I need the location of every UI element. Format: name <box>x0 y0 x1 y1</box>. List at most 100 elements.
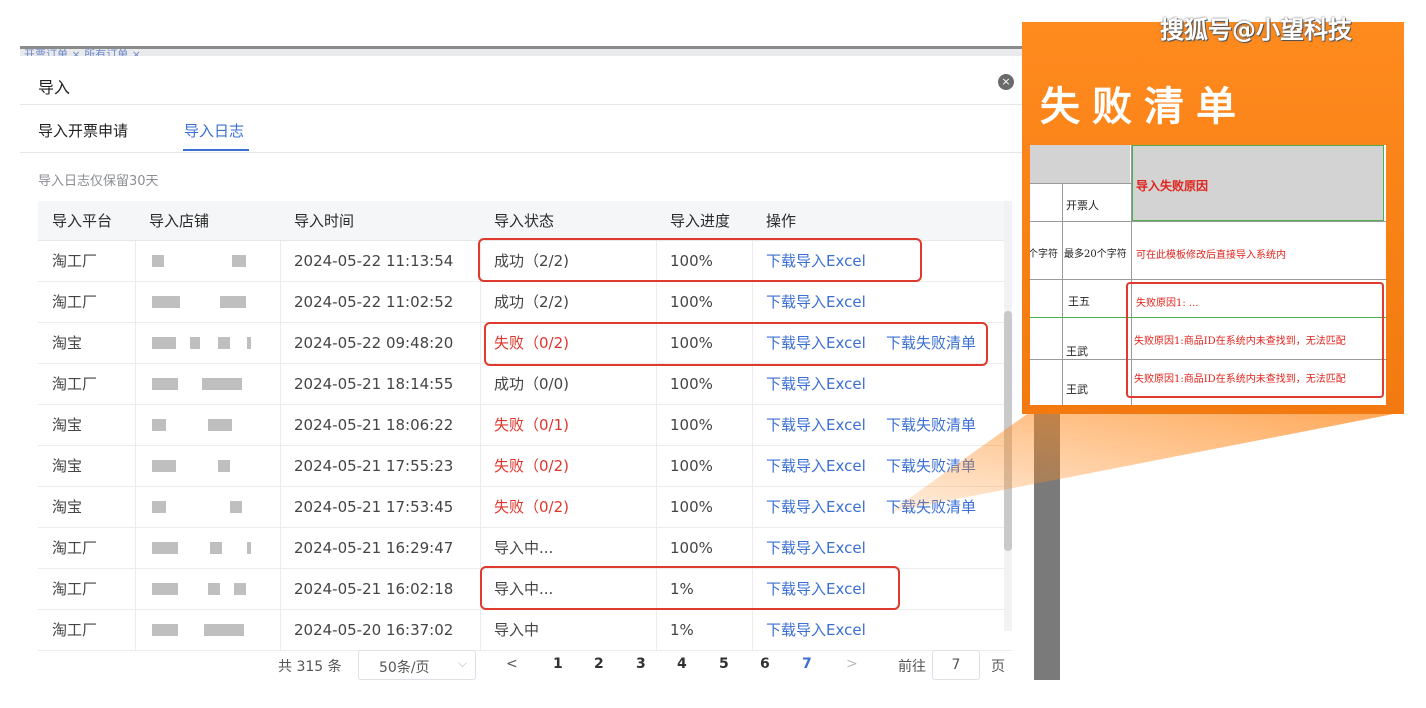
tab-import-log[interactable]: 导入日志 <box>184 120 244 141</box>
store-name-redacted <box>152 323 272 363</box>
download-import-excel-link[interactable]: 下载导入Excel <box>766 405 866 445</box>
table-row: 淘工厂 2024-05-22 11:02:52 成功（2/2) 100% 下载导入Exc… <box>38 282 1012 323</box>
grid-line <box>1030 279 1386 280</box>
table-scrollbar-thumb[interactable] <box>1004 311 1012 551</box>
status-cell: 失败（0/2) <box>494 498 569 516</box>
watermark: 搜狐号@小望科技 <box>1160 16 1352 44</box>
page-3[interactable]: 3 <box>636 656 646 672</box>
redaction-block <box>218 460 230 472</box>
highlight-box <box>478 238 922 282</box>
column-divider <box>135 241 136 281</box>
column-header-actions: 操作 <box>766 212 797 230</box>
sheet-row-name: 王武 <box>1066 383 1088 396</box>
store-name-redacted <box>152 446 272 486</box>
close-icon[interactable]: × <box>998 74 1014 90</box>
redaction-block <box>152 542 178 554</box>
column-divider <box>135 323 136 363</box>
next-page-button[interactable]: > <box>846 656 858 672</box>
progress-cell: 100% <box>670 498 713 516</box>
page-2[interactable]: 2 <box>594 656 604 672</box>
page-1[interactable]: 1 <box>553 656 563 672</box>
progress-cell: 100% <box>670 293 713 311</box>
table-row: 淘宝 2024-05-21 18:06:22 失败（0/1) 100% 下载导入Exce… <box>38 405 1012 446</box>
redaction-block <box>208 419 232 431</box>
page-7[interactable]: 7 <box>802 656 812 672</box>
column-divider <box>656 405 657 445</box>
status-cell: 成功（2/2) <box>494 293 569 311</box>
column-divider <box>135 446 136 486</box>
tab-import-invoice-request[interactable]: 导入开票申请 <box>38 120 128 141</box>
background-page-strip: 开票订单 × 所有订单 × <box>20 46 1060 56</box>
download-import-excel-link[interactable]: 下载导入Excel <box>766 364 866 404</box>
grid-line <box>1030 221 1386 222</box>
column-divider <box>656 282 657 322</box>
column-divider <box>656 446 657 486</box>
redaction-block <box>204 624 244 636</box>
store-name-redacted <box>152 610 272 650</box>
sheet-hint-left: 个字符 <box>1030 249 1058 260</box>
download-import-excel-link[interactable]: 下载导入Excel <box>766 528 866 568</box>
redaction-block <box>208 583 220 595</box>
platform-cell: 淘工厂 <box>52 580 98 598</box>
column-divider <box>280 282 281 322</box>
store-name-redacted <box>152 528 272 568</box>
download-import-excel-link[interactable]: 下载导入Excel <box>766 282 866 322</box>
redaction-block <box>220 296 246 308</box>
grid-line <box>1030 183 1132 184</box>
redaction-block <box>152 337 176 349</box>
platform-cell: 淘工厂 <box>52 539 98 557</box>
page-5[interactable]: 5 <box>719 656 729 672</box>
column-header-time: 导入时间 <box>294 212 355 230</box>
progress-cell: 100% <box>670 539 713 557</box>
download-import-excel-link[interactable]: 下载导入Excel <box>766 487 866 527</box>
column-divider <box>752 528 753 568</box>
column-divider <box>752 364 753 404</box>
sheet-header-cell <box>1030 145 1130 183</box>
column-divider <box>752 405 753 445</box>
column-divider <box>135 282 136 322</box>
status-cell: 失败（0/1) <box>494 416 569 434</box>
store-name-redacted <box>152 405 272 445</box>
table-row: 淘宝 2024-05-21 17:55:23 失败（0/2) 100% 下载导入Exce… <box>38 446 1012 487</box>
redaction-block <box>190 337 200 349</box>
download-failure-list-link[interactable]: 下载失败清单 <box>886 405 976 445</box>
highlight-box <box>480 566 900 610</box>
sheet-row-name: 王武 <box>1066 345 1088 358</box>
column-divider <box>135 528 136 568</box>
download-failure-list-link[interactable]: 下载失败清单 <box>886 446 976 486</box>
redaction-block <box>247 337 251 349</box>
column-divider <box>752 446 753 486</box>
redaction-block <box>152 460 176 472</box>
platform-cell: 淘工厂 <box>52 293 98 311</box>
goto-label: 前往 <box>898 659 926 675</box>
column-divider <box>280 610 281 650</box>
redaction-block <box>247 542 251 554</box>
column-header-store: 导入店铺 <box>149 212 210 230</box>
sheet-hint-right: 可在此模板修改后直接导入系统内 <box>1136 250 1286 261</box>
redaction-block <box>152 296 180 308</box>
prev-page-button[interactable]: < <box>506 656 518 672</box>
store-name-redacted <box>152 487 272 527</box>
redaction-block <box>210 542 222 554</box>
download-failure-list-link[interactable]: 下载失败清单 <box>886 487 976 527</box>
divider <box>20 104 1034 105</box>
column-divider <box>752 487 753 527</box>
time-cell: 2024-05-21 16:29:47 <box>294 539 454 557</box>
table-row: 淘工厂 2024-05-20 16:37:02 导入中 1% 下载导入Excel <box>38 610 1012 651</box>
platform-cell: 淘工厂 <box>52 375 98 393</box>
table-row: 淘工厂 2024-05-21 18:14:55 成功（0/0) 100% 下载导入Exc… <box>38 364 1012 405</box>
column-divider <box>480 323 481 363</box>
download-import-excel-link[interactable]: 下载导入Excel <box>766 446 866 486</box>
page-4[interactable]: 4 <box>677 656 687 672</box>
column-divider <box>135 487 136 527</box>
page-6[interactable]: 6 <box>760 656 770 672</box>
download-import-excel-link[interactable]: 下载导入Excel <box>766 610 866 650</box>
redaction-block <box>230 501 242 513</box>
column-divider <box>280 364 281 404</box>
status-cell: 导入中 <box>494 621 540 639</box>
time-cell: 2024-05-21 18:06:22 <box>294 416 454 434</box>
page-size-select[interactable]: 50条/页 ⌵ <box>358 650 476 680</box>
time-cell: 2024-05-21 18:14:55 <box>294 375 454 393</box>
goto-page-input[interactable]: 7 <box>932 650 980 680</box>
pagination: 共 315 条 50条/页 ⌵ < 1 2 3 4 5 6 7 > 前往 7 页 <box>20 650 1034 680</box>
